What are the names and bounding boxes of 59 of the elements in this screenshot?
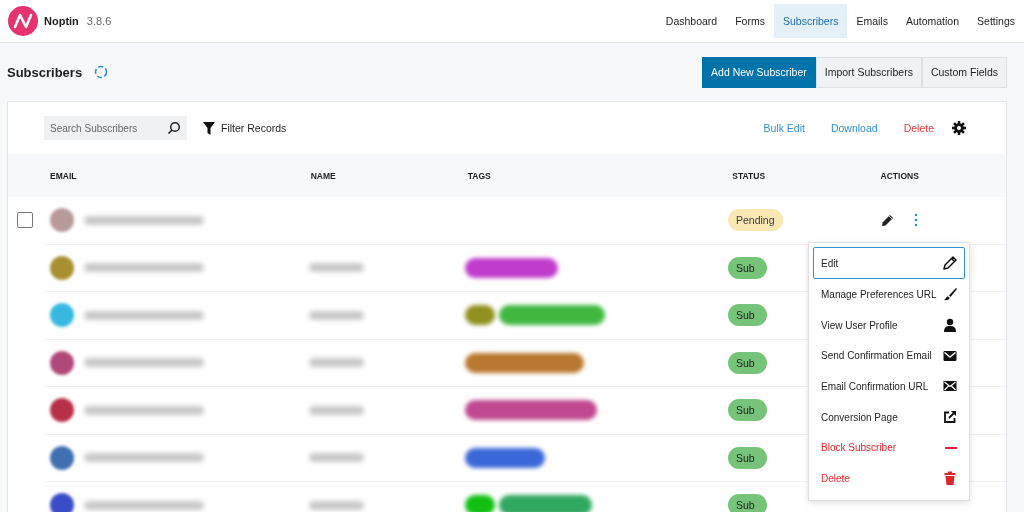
nav-tab[interactable]: Automation	[896, 4, 969, 38]
blurred-text	[308, 263, 364, 273]
column-header: EMAIL	[49, 170, 78, 181]
nav-tab[interactable]: Emails	[847, 4, 897, 38]
menu-item[interactable]: Edit	[813, 247, 965, 279]
menu-item[interactable]: Email Confirmation URL	[813, 371, 965, 402]
envelope-icon	[943, 348, 957, 363]
menu-item[interactable]: View User Profile	[813, 309, 965, 341]
settings-icon[interactable]	[952, 121, 966, 135]
logo-icon	[8, 6, 38, 36]
add-subscriber-button[interactable]: Add New Subscriber	[702, 56, 816, 88]
menu-item[interactable]: Send Confirmation Email	[813, 340, 965, 372]
blurred-text	[308, 310, 364, 320]
brush-icon	[943, 287, 957, 302]
menu-item[interactable]: Conversion Page	[813, 401, 965, 433]
status-badge: Sub	[728, 446, 767, 469]
status-badge: Sub	[728, 399, 767, 422]
filter-button[interactable]: Filter Records	[203, 121, 287, 135]
status-badge: Sub	[728, 494, 767, 512]
filter-icon	[203, 121, 215, 135]
nav-tab[interactable]: Settings	[968, 4, 1024, 38]
app-version: 3.8.6	[86, 15, 112, 27]
menu-item[interactable]: Manage Preferences URL	[813, 279, 965, 310]
header-button[interactable]: Import Subscribers	[815, 56, 922, 88]
refresh-icon[interactable]	[94, 65, 109, 79]
nav-tab[interactable]: Subscribers	[773, 4, 848, 38]
minus-icon	[945, 446, 957, 449]
header-button[interactable]: Custom Fields	[921, 56, 1007, 88]
trash-icon	[943, 471, 957, 486]
toolbar-link[interactable]: Bulk Edit	[763, 122, 805, 134]
status-badge: Sub	[728, 256, 767, 279]
envelope-icon	[943, 379, 957, 394]
menu-item[interactable]: Delete	[813, 463, 965, 494]
page-title: Subscribers	[7, 64, 83, 80]
nav-tab[interactable]: Forms	[726, 4, 774, 38]
status-badge: Sub	[728, 351, 767, 374]
nav-tab[interactable]: Dashboard	[656, 4, 727, 38]
edit-icon[interactable]	[881, 213, 895, 227]
pencil-icon	[943, 256, 957, 270]
blurred-text	[308, 358, 364, 368]
column-header: STATUS	[732, 170, 767, 181]
row-checkbox[interactable]	[17, 212, 33, 229]
more-icon[interactable]	[914, 213, 919, 228]
app-name: Noptin	[44, 15, 79, 27]
external-link-icon	[943, 410, 957, 425]
column-header: NAME	[310, 170, 337, 181]
toolbar-link[interactable]: Download	[830, 122, 878, 134]
column-header: ACTIONS	[879, 170, 920, 181]
status-badge: Sub	[728, 304, 767, 327]
toolbar-link[interactable]: Delete	[903, 122, 934, 134]
blurred-text	[308, 405, 364, 415]
blurred-text	[308, 500, 364, 510]
search-field[interactable]: Search Subscribers	[44, 116, 187, 140]
column-header: TAGS	[467, 170, 492, 181]
blurred-text	[308, 453, 364, 463]
user-icon	[943, 318, 957, 333]
menu-item[interactable]: Block Subscriber	[813, 432, 965, 464]
search-icon	[167, 121, 181, 135]
status-badge: Pending	[728, 209, 783, 232]
